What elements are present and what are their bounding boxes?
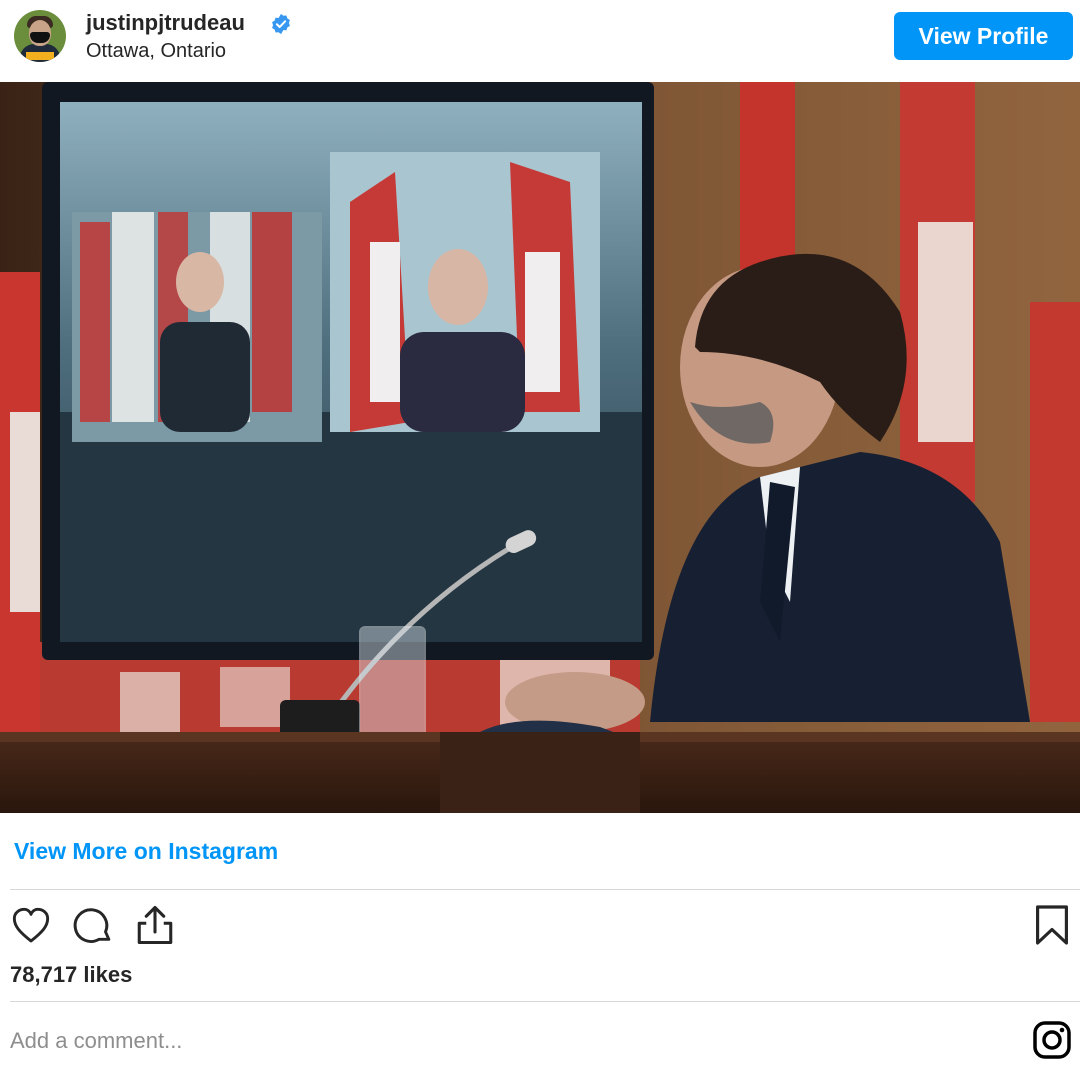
instagram-logo-icon[interactable] [1032,1020,1072,1060]
post-photo-image [0,82,1080,813]
bookmark-icon[interactable] [1034,904,1070,946]
comment-icon[interactable] [72,906,114,946]
post-photo[interactable] [0,82,1080,813]
location[interactable]: Ottawa, Ontario [86,40,226,63]
divider [10,889,1080,890]
view-more-link[interactable]: View More on Instagram [14,838,278,865]
comment-input[interactable]: Add a comment... [10,1028,182,1054]
likes-count[interactable]: 78,717 likes [10,962,132,988]
verified-badge-icon [272,13,290,35]
view-profile-button[interactable]: View Profile [894,12,1073,60]
username[interactable]: justinpjtrudeau [86,10,245,36]
share-icon[interactable] [134,903,176,947]
divider [10,1001,1080,1002]
heart-icon[interactable] [10,906,52,946]
post-header: justinpjtrudeau Ottawa, Ontario View Pro… [0,0,1080,82]
avatar[interactable] [14,10,66,62]
